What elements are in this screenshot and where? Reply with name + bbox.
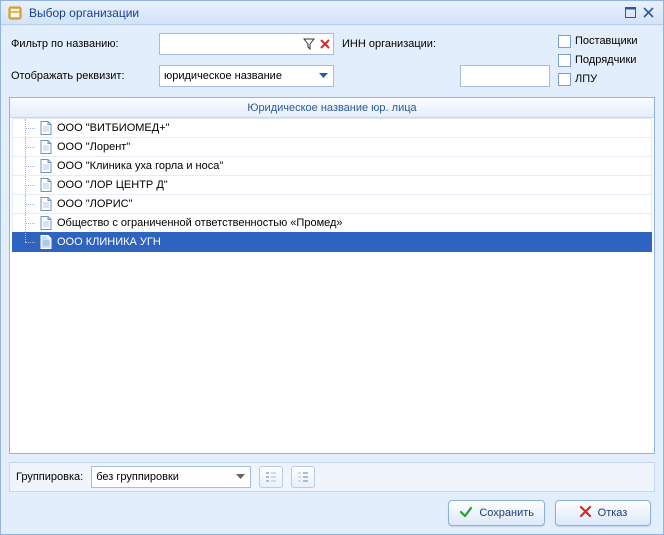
- filter-funnel-icon[interactable]: [302, 37, 316, 51]
- row-label: Общество с ограниченной ответственностью…: [57, 217, 343, 229]
- document-icon: [39, 197, 53, 211]
- combo-grouping[interactable]: без группировки: [91, 466, 251, 488]
- combo-show-prop[interactable]: юридическое название: [159, 65, 334, 87]
- maximize-icon[interactable]: [621, 5, 639, 21]
- org-type-checks: Поставщики Подрядчики ЛПУ: [558, 35, 664, 86]
- document-icon: [39, 216, 53, 230]
- tree-connector: [17, 138, 39, 156]
- label-filter-name: Фильтр по названию:: [11, 38, 151, 50]
- label-inn: ИНН организации:: [342, 38, 452, 50]
- combo-show-prop-value: юридическое название: [164, 70, 282, 82]
- table-row[interactable]: Общество с ограниченной ответственностью…: [12, 213, 652, 233]
- cancel-button-label: Отказ: [598, 507, 628, 519]
- expand-all-button[interactable]: [259, 466, 283, 488]
- table-row[interactable]: ООО "ЛОР ЦЕНТР Д": [12, 175, 652, 195]
- save-button[interactable]: Сохранить: [448, 500, 545, 526]
- app-icon: [7, 5, 23, 21]
- label-contractors: Подрядчики: [575, 54, 636, 66]
- document-icon: [39, 235, 53, 249]
- checkbox-suppliers[interactable]: [558, 35, 571, 48]
- label-lpu: ЛПУ: [575, 73, 597, 85]
- titlebar: Выбор организации: [1, 1, 663, 25]
- tree-connector: [17, 195, 39, 213]
- row-label: ООО "Клиника уха горла и носа": [57, 160, 223, 172]
- row-label: ООО "ВИТБИОМЕД+": [57, 122, 170, 134]
- dialog-window: Выбор организации Фильтр по названию: ИН…: [0, 0, 664, 535]
- document-icon: [39, 178, 53, 192]
- checkbox-lpu[interactable]: [558, 73, 571, 86]
- row-label: ООО "Лорент": [57, 141, 130, 153]
- check-icon: [459, 505, 473, 522]
- save-button-label: Сохранить: [479, 507, 534, 519]
- inn-input[interactable]: [460, 65, 550, 87]
- label-grouping: Группировка:: [16, 471, 83, 483]
- table-row[interactable]: ООО "Клиника уха горла и носа": [12, 156, 652, 176]
- document-icon: [39, 140, 53, 154]
- chevron-down-icon: [232, 469, 248, 485]
- combo-grouping-value: без группировки: [96, 471, 179, 483]
- tree-connector: [17, 157, 39, 175]
- row-label: ООО "ЛОРИС": [57, 198, 133, 210]
- window-title: Выбор организации: [29, 6, 139, 20]
- grouping-bar: Группировка: без группировки: [9, 462, 655, 492]
- org-grid: Юридическое название юр. лица ООО "ВИТБИ…: [9, 97, 655, 454]
- grid-col-header[interactable]: Юридическое название юр. лица: [10, 98, 654, 118]
- document-icon: [39, 159, 53, 173]
- document-icon: [39, 121, 53, 135]
- cancel-button[interactable]: Отказ: [555, 500, 651, 526]
- checkbox-contractors[interactable]: [558, 54, 571, 67]
- row-label: ООО "ЛОР ЦЕНТР Д": [57, 179, 168, 191]
- chevron-down-icon: [315, 68, 331, 84]
- button-bar: Сохранить Отказ: [1, 492, 663, 534]
- clear-filter-icon[interactable]: [318, 37, 332, 51]
- table-row[interactable]: ООО "ЛОРИС": [12, 194, 652, 214]
- x-icon: [579, 505, 592, 521]
- label-show-prop: Отображать реквизит:: [11, 70, 151, 82]
- tree-connector: [17, 176, 39, 194]
- table-row[interactable]: ООО "Лорент": [12, 137, 652, 157]
- row-label: ООО КЛИНИКА УГН: [57, 236, 161, 248]
- grid-body: ООО "ВИТБИОМЕД+" ООО "Лорент" ООО "Клиника…: [10, 118, 654, 453]
- tree-connector: [17, 119, 39, 137]
- tree-connector: [17, 214, 39, 232]
- label-suppliers: Поставщики: [575, 35, 638, 47]
- table-row[interactable]: ООО КЛИНИКА УГН: [12, 232, 652, 252]
- table-row[interactable]: ООО "ВИТБИОМЕД+": [12, 118, 652, 138]
- tree-connector: [17, 233, 39, 251]
- close-icon[interactable]: [639, 5, 657, 21]
- filter-name-wrap: [159, 33, 334, 55]
- filter-panel: Фильтр по названию: ИНН организации: Пос…: [1, 25, 663, 93]
- collapse-all-button[interactable]: [291, 466, 315, 488]
